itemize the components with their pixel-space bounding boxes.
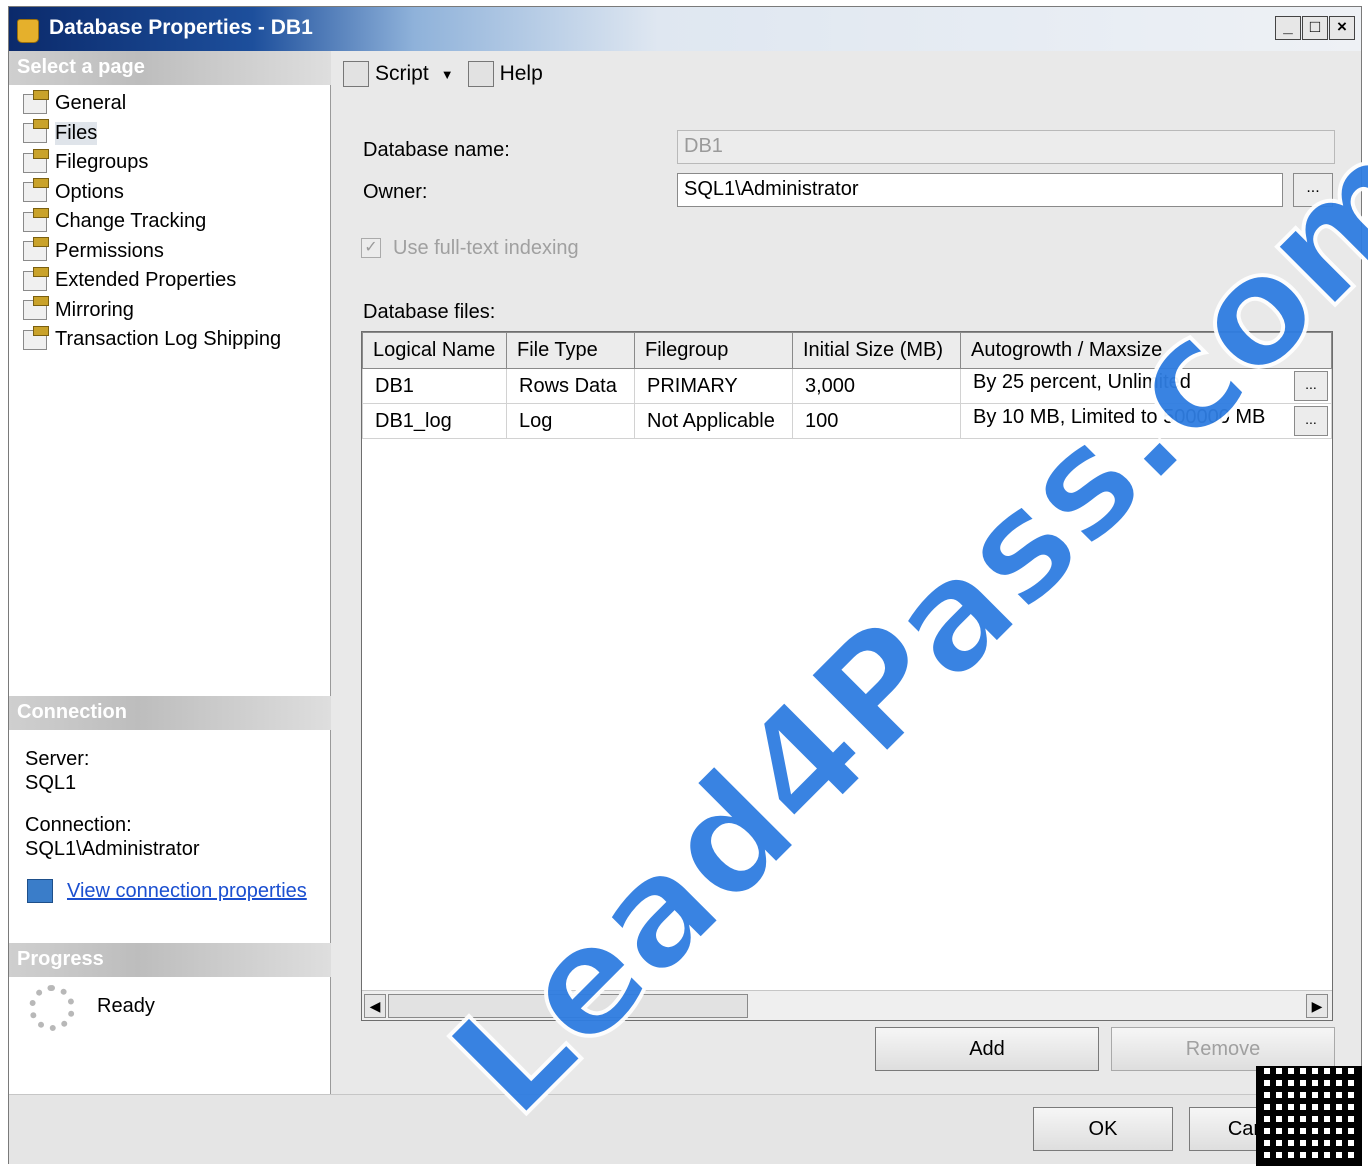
database-properties-window: Database Properties - DB1 _ □ × Select a… [8,6,1362,1164]
initial-size-cell[interactable]: 100 [792,403,961,439]
file-type-cell[interactable]: Log [506,403,635,439]
column-header[interactable]: Initial Size (MB) [792,332,961,369]
page-item-options[interactable]: Options [23,178,281,208]
page-item-label: Extended Properties [55,269,237,292]
column-header[interactable]: File Type [506,332,635,369]
owner-field[interactable]: SQL1\Administrator [677,173,1283,207]
left-panel: Select a page General Files Filegroups O… [9,51,331,1094]
table-row[interactable]: DB1 Rows Data PRIMARY 3,000 By 25 percen… [362,368,1332,404]
page-icon [23,148,49,173]
autogrowth-edit-button[interactable]: ... [1294,371,1328,401]
qr-code-icon [1256,1066,1362,1166]
select-page-header: Select a page [9,51,331,85]
progress-header: Progress [9,943,331,977]
page-icon [23,266,49,291]
remove-button: Remove [1111,1027,1335,1071]
page-item-mirroring[interactable]: Mirroring [23,296,281,326]
close-button[interactable]: × [1329,16,1355,40]
owner-browse-button[interactable]: ... [1293,173,1333,207]
page-item-transaction-log-shipping[interactable]: Transaction Log Shipping [23,325,281,355]
ok-button[interactable]: OK [1033,1107,1173,1151]
page-list: General Files Filegroups Options Change … [23,89,281,355]
page-item-files[interactable]: Files [23,119,281,149]
help-button[interactable]: Help [500,62,543,86]
autogrowth-cell[interactable]: By 25 percent, Unlimited ... [960,368,1332,404]
fulltext-checkbox: ✓ [361,238,381,258]
table-row[interactable]: DB1_log Log Not Applicable 100 By 10 MB,… [362,403,1332,439]
script-icon [343,61,369,87]
page-icon [23,237,49,262]
title-bar[interactable]: Database Properties - DB1 _ □ × [9,7,1361,51]
scrollbar-thumb[interactable] [388,994,748,1018]
chevron-down-icon[interactable]: ▼ [441,67,454,82]
server-value: SQL1 [25,772,77,794]
help-icon [467,61,494,87]
horizontal-scrollbar[interactable]: ◀ ▶ [362,990,1332,1020]
filegroup-cell[interactable]: Not Applicable [634,403,793,439]
connection-value: SQL1\Administrator [25,838,200,860]
autogrowth-text: By 25 percent, Unlimited [973,371,1191,393]
autogrowth-edit-button[interactable]: ... [1294,406,1328,436]
logical-name-cell[interactable]: DB1 [362,368,507,404]
page-item-label: Transaction Log Shipping [55,328,282,351]
column-header[interactable]: Logical Name [362,332,507,369]
filegroup-cell[interactable]: PRIMARY [634,368,793,404]
page-item-label: Files [55,121,98,145]
initial-size-cell[interactable]: 3,000 [792,368,961,404]
connection-header: Connection [9,696,331,730]
page-item-label: Permissions [55,239,164,262]
add-button[interactable]: Add [875,1027,1099,1071]
page-item-label: General [55,92,127,115]
window-title: Database Properties - DB1 [49,16,313,39]
minimize-button[interactable]: _ [1275,16,1301,40]
logical-name-cell[interactable]: DB1_log [362,403,507,439]
server-label: Server: [25,748,90,770]
view-connection-properties-link[interactable]: View connection properties [67,880,307,903]
dialog-button-bar: OK Cancel [9,1094,1361,1164]
page-item-label: Filegroups [55,151,149,174]
page-item-change-tracking[interactable]: Change Tracking [23,207,281,237]
page-item-permissions[interactable]: Permissions [23,237,281,267]
database-icon [17,19,39,43]
file-type-cell[interactable]: Rows Data [506,368,635,404]
owner-label: Owner: [363,181,428,203]
database-files-label: Database files: [363,301,496,323]
page-icon [23,296,49,321]
page-icon [23,325,49,350]
progress-status: Ready [97,995,155,1017]
toolbar: Script ▼ Help [343,61,543,87]
database-files-grid[interactable]: Logical Name File Type Filegroup Initial… [361,331,1333,1021]
column-header[interactable]: Autogrowth / Maxsize [960,332,1332,369]
page-icon [23,178,49,203]
page-item-label: Mirroring [55,298,134,321]
database-name-label: Database name: [363,139,510,161]
connection-properties-icon [27,879,53,903]
right-panel: Script ▼ Help Database name: DB1 Owner: … [331,51,1361,1094]
autogrowth-text: By 10 MB, Limited to 500000 MB [973,406,1266,428]
page-icon [23,119,49,144]
scroll-left-icon[interactable]: ◀ [364,994,386,1018]
page-item-general[interactable]: General [23,89,281,119]
progress-spinner-icon [29,985,75,1031]
page-item-extended-properties[interactable]: Extended Properties [23,266,281,296]
page-icon [23,207,49,232]
page-icon [23,89,49,114]
page-item-label: Options [55,180,124,203]
column-header[interactable]: Filegroup [634,332,793,369]
fulltext-label: Use full-text indexing [393,237,579,259]
scroll-right-icon[interactable]: ▶ [1306,994,1328,1018]
page-item-label: Change Tracking [55,210,207,233]
connection-label: Connection: [25,814,132,836]
autogrowth-cell[interactable]: By 10 MB, Limited to 500000 MB ... [960,403,1332,439]
database-name-field: DB1 [677,130,1335,164]
page-item-filegroups[interactable]: Filegroups [23,148,281,178]
script-button[interactable]: Script [375,62,429,86]
maximize-button[interactable]: □ [1302,16,1328,40]
